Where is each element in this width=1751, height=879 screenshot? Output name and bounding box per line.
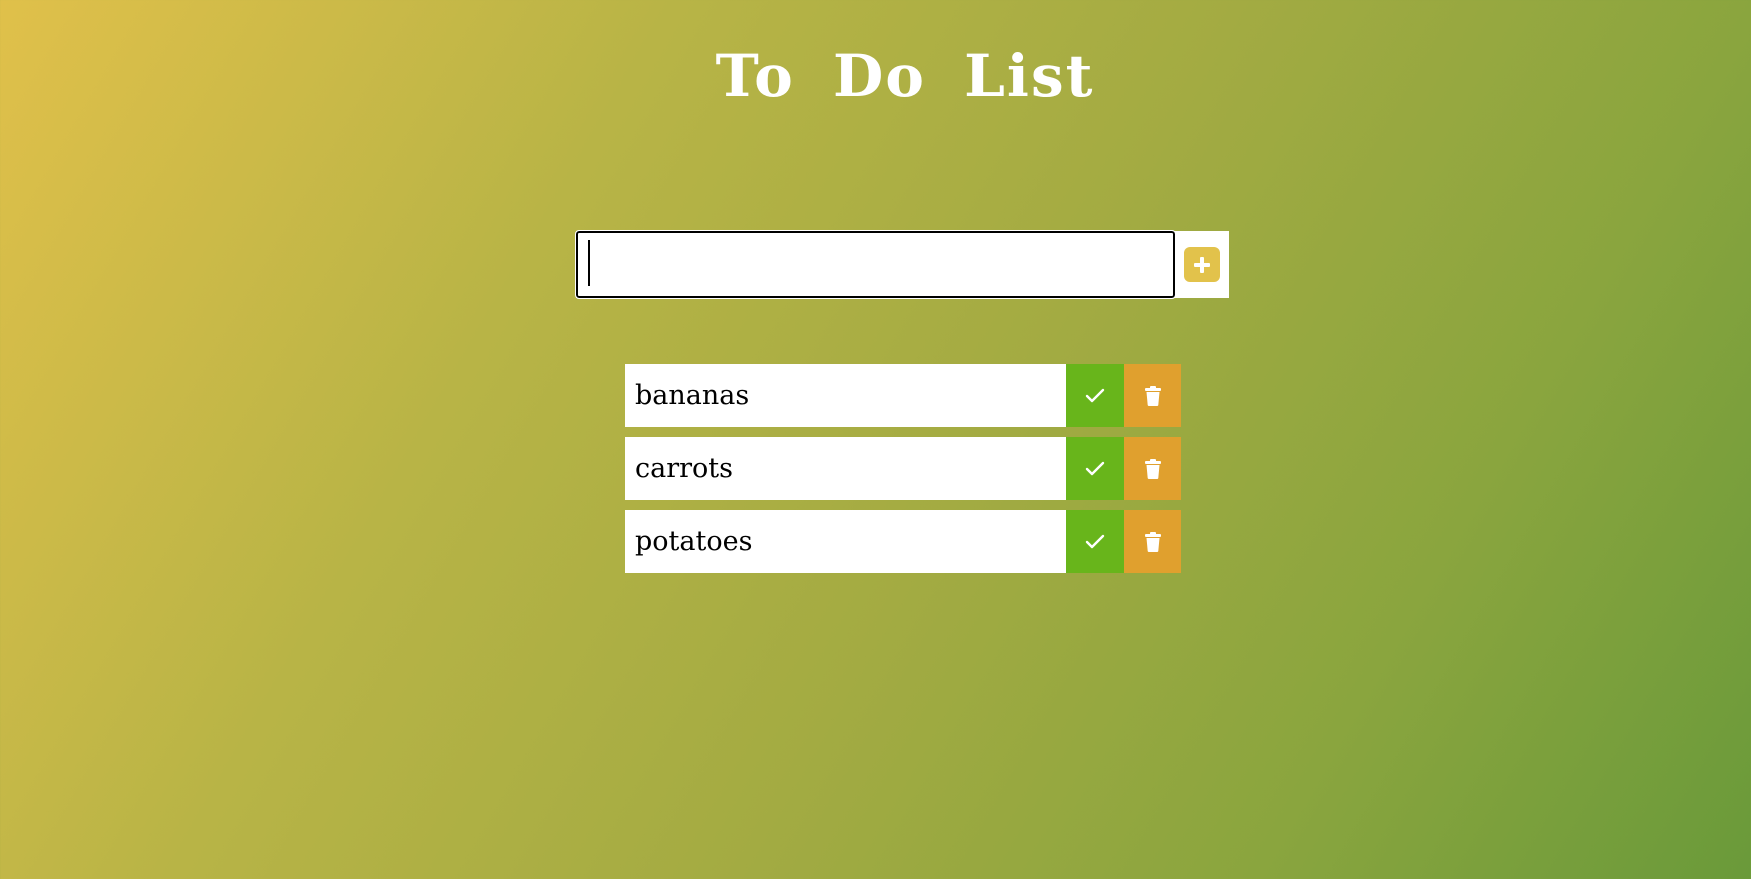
todo-list: bananas carrots potatoes <box>625 364 1181 583</box>
todo-item-text: carrots <box>625 437 1066 500</box>
todo-input[interactable] <box>575 230 1176 299</box>
page-title: To Do List <box>715 42 1095 110</box>
add-button[interactable] <box>1184 247 1220 282</box>
check-icon <box>1085 461 1105 475</box>
list-item: bananas <box>625 364 1181 427</box>
text-caret <box>588 240 590 286</box>
delete-button[interactable] <box>1124 364 1181 427</box>
check-icon <box>1085 388 1105 402</box>
complete-button[interactable] <box>1066 510 1124 573</box>
plus-icon <box>1194 256 1210 273</box>
complete-button[interactable] <box>1066 364 1124 427</box>
list-item: carrots <box>625 437 1181 500</box>
trash-icon <box>1144 531 1161 552</box>
todo-item-text: bananas <box>625 364 1066 427</box>
add-button-container <box>1175 231 1229 298</box>
trash-icon <box>1144 385 1161 406</box>
delete-button[interactable] <box>1124 510 1181 573</box>
todo-item-text: potatoes <box>625 510 1066 573</box>
complete-button[interactable] <box>1066 437 1124 500</box>
trash-icon <box>1144 458 1161 479</box>
delete-button[interactable] <box>1124 437 1181 500</box>
todo-form <box>575 230 1229 299</box>
check-icon <box>1085 534 1105 548</box>
list-item: potatoes <box>625 510 1181 573</box>
